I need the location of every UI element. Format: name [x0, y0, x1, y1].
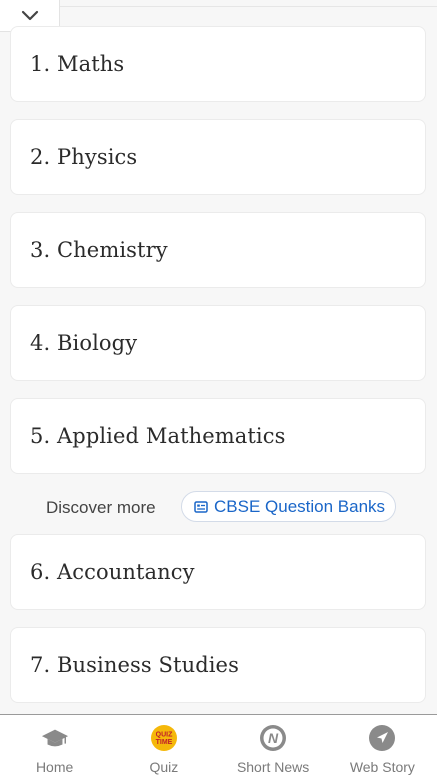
subject-label: 3. Chemistry [30, 238, 168, 262]
top-divider [60, 6, 437, 7]
subject-label: 5. Applied Mathematics [30, 424, 286, 448]
short-news-icon: N [260, 725, 287, 751]
subject-card-applied-mathematics[interactable]: 5. Applied Mathematics [10, 398, 426, 474]
subject-card-physics[interactable]: 2. Physics [10, 119, 426, 195]
compass-arrow-icon [369, 725, 396, 751]
subject-label: 4. Biology [30, 331, 138, 355]
nav-label: Home [35, 759, 74, 775]
subject-card-biology[interactable]: 4. Biology [10, 305, 426, 381]
cbse-question-banks-chip[interactable]: CBSE Question Banks [181, 491, 396, 522]
subject-card-business-studies[interactable]: 7. Business Studies [10, 627, 426, 703]
chip-label: CBSE Question Banks [214, 496, 386, 516]
list-document-icon [194, 500, 208, 513]
nav-item-short-news[interactable]: N Short News [219, 715, 328, 781]
subject-card-chemistry[interactable]: 3. Chemistry [10, 212, 426, 288]
graduation-cap-icon [41, 729, 68, 747]
short-news-glyph: N [268, 730, 279, 746]
subject-label: 7. Business Studies [30, 653, 239, 677]
subject-label: 6. Accountancy [30, 560, 195, 584]
nav-item-quiz[interactable]: QUIZ TIME Quiz [109, 715, 218, 781]
quiz-badge-text: TIME [156, 739, 173, 746]
nav-item-home[interactable]: Home [0, 715, 109, 781]
subject-card-accountancy[interactable]: 6. Accountancy [10, 534, 426, 610]
nav-label: Web Story [349, 759, 415, 775]
subject-card-maths[interactable]: 1. Maths [10, 26, 426, 102]
subject-label: 1. Maths [30, 52, 125, 76]
discover-more-label: Discover more [46, 498, 156, 517]
bottom-navigation: Home QUIZ TIME Quiz N Short News Web Sto… [0, 714, 437, 781]
chevron-down-icon [21, 10, 38, 20]
discover-more-row: Discover more CBSE Question Banks [0, 490, 437, 524]
nav-item-web-story[interactable]: Web Story [328, 715, 437, 781]
subject-label: 2. Physics [30, 145, 138, 169]
quiz-time-icon: QUIZ TIME [150, 725, 177, 751]
quiz-badge-text: QUIZ [156, 732, 173, 739]
nav-label: Quiz [149, 759, 179, 775]
nav-label: Short News [236, 759, 310, 775]
